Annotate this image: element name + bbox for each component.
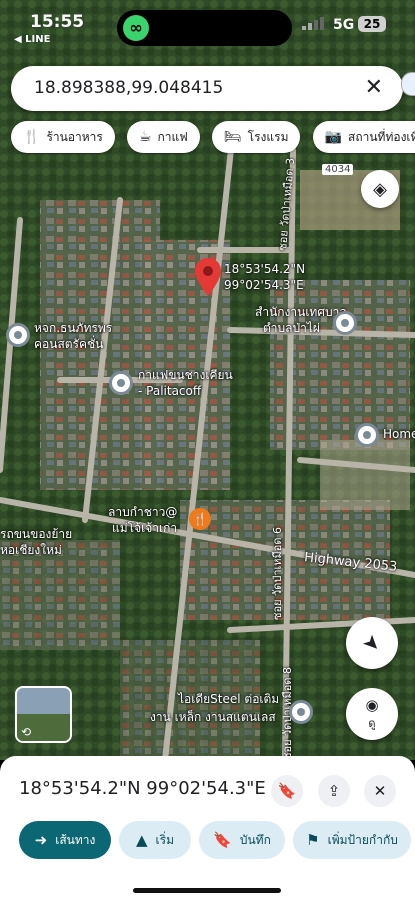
home-poi-icon[interactable]	[355, 423, 379, 447]
chip-hotels[interactable]: 🛏 โรงแรม	[211, 121, 301, 153]
rotate-360-icon: ⟲	[21, 725, 32, 739]
status-bar: 15:55 ◀ LINE ∞ 5G 25	[0, 0, 415, 55]
share-icon[interactable]: ⇪	[318, 775, 350, 807]
status-time: 15:55	[30, 12, 85, 32]
chip-label: ร้านอาหาร	[46, 129, 103, 144]
coordinates-title: 18°53'54.2"N 99°02'54.3"E	[19, 778, 266, 799]
map-label-left-2[interactable]: หอเชียงใหม่	[0, 543, 62, 558]
close-icon[interactable]: ✕	[365, 75, 383, 100]
lens-icon: ◉	[365, 696, 379, 714]
map-label-store[interactable]: หจก.ธนภัทรพร	[34, 321, 112, 336]
add-label-text: เพิ่มป้ายกำกับ	[327, 832, 398, 847]
map-label-soi-2: ซอย วัดป่าเหมือด 6	[271, 526, 284, 620]
network-type: 5G	[333, 17, 355, 33]
layers-icon: ◈	[373, 178, 387, 200]
directions-icon: ➜	[34, 831, 48, 849]
map-label-left[interactable]: รถขนของย้าย	[0, 527, 72, 542]
bookmark-icon[interactable]: 🔖	[271, 775, 303, 807]
map-label-office-2[interactable]: ตำบลป่าไผ่	[263, 321, 320, 336]
chip-attractions[interactable]: 📷 สถานที่ท่องเที่ยว	[312, 121, 415, 153]
back-to-line-link[interactable]: ◀ LINE	[14, 34, 50, 45]
search-input[interactable]: 18.898388,99.048415	[34, 78, 223, 98]
government-poi-icon[interactable]	[333, 311, 357, 335]
map-label-cafe-2[interactable]: - Palitacoff	[138, 384, 201, 399]
road-shield: 4034	[322, 164, 354, 175]
save-label: บันทึก	[239, 832, 271, 847]
signal-icon	[302, 17, 324, 30]
bed-icon: 🛏	[223, 129, 242, 145]
save-button[interactable]: 🔖 บันทึก	[199, 821, 285, 859]
search-bar[interactable]: 18.898388,99.048415 ✕	[11, 66, 403, 111]
navigation-icon: ▲	[135, 831, 148, 849]
map-label-store-2[interactable]: คอนสตรัคชั่น	[34, 337, 103, 352]
start-label: เริ่ม	[155, 832, 174, 847]
cafe-poi-icon[interactable]	[109, 371, 133, 395]
location-pin-icon[interactable]	[195, 258, 221, 296]
avatar[interactable]	[401, 72, 415, 96]
pin-latitude-label: 18°53'54.2"N	[224, 262, 306, 276]
pin-longitude-label: 99°02'54.3"E	[224, 278, 304, 292]
steel-poi-icon[interactable]	[289, 700, 313, 724]
dynamic-island: ∞	[117, 10, 292, 46]
map-label-cafe[interactable]: กาแฟขนชางเคียน	[138, 368, 233, 383]
camera-icon: 📷	[324, 129, 343, 145]
directions-label: เส้นทาง	[55, 832, 96, 847]
restaurant-poi-icon[interactable]: 🍴	[189, 508, 211, 530]
flag-icon: ⚑	[306, 831, 320, 849]
place-sheet[interactable]: 18°53'54.2"N 99°02'54.3"E 🔖 ⇪ ✕ ➜ เส้นทาง…	[0, 756, 415, 900]
lens-label: ดู	[368, 717, 376, 730]
street-view-thumbnail[interactable]: ⟲	[15, 686, 72, 743]
map-label-steel[interactable]: ไอเดียSteel ต่อเติม	[178, 692, 279, 707]
layers-button[interactable]: ◈	[361, 170, 399, 208]
map-label-home[interactable]: Home	[383, 427, 415, 442]
start-button[interactable]: ▲ เริ่ม	[119, 821, 191, 859]
chip-coffee[interactable]: ☕ กาแฟ	[126, 121, 200, 153]
directions-button[interactable]: ➜ เส้นทาง	[19, 821, 111, 859]
chip-restaurants[interactable]: 🍴 ร้านอาหาร	[11, 121, 115, 153]
map-label-food[interactable]: ลาบกำชาว@	[108, 505, 177, 520]
map-label-steel-2[interactable]: งาน เหล็ก งานสแตนเลส	[150, 710, 276, 725]
lens-button[interactable]: ◉ ดู	[346, 688, 398, 740]
close-sheet-icon[interactable]: ✕	[364, 775, 396, 807]
chip-label: สถานที่ท่องเที่ยว	[348, 129, 415, 144]
map-label-food-2[interactable]: แม่โจ้เจ้าเก่า	[112, 521, 177, 536]
add-label-button[interactable]: ⚑ เพิ่มป้ายกำกับ	[293, 821, 411, 859]
home-indicator	[133, 888, 281, 893]
store-poi-icon[interactable]	[6, 323, 30, 347]
chip-label: โรงแรม	[247, 129, 289, 144]
link-icon: ∞	[123, 15, 149, 41]
category-chips: 🍴 ร้านอาหาร ☕ กาแฟ 🛏 โรงแรม 📷 สถานที่ท่องเที…	[11, 121, 415, 155]
chip-label: กาแฟ	[157, 129, 188, 144]
my-location-button[interactable]: ➤	[346, 617, 398, 669]
save-icon: 🔖	[213, 831, 232, 849]
coffee-icon: ☕	[138, 129, 152, 145]
fork-knife-icon: 🍴	[23, 129, 41, 145]
navigation-arrow-icon: ➤	[357, 628, 387, 658]
battery-indicator: 25	[358, 16, 386, 32]
